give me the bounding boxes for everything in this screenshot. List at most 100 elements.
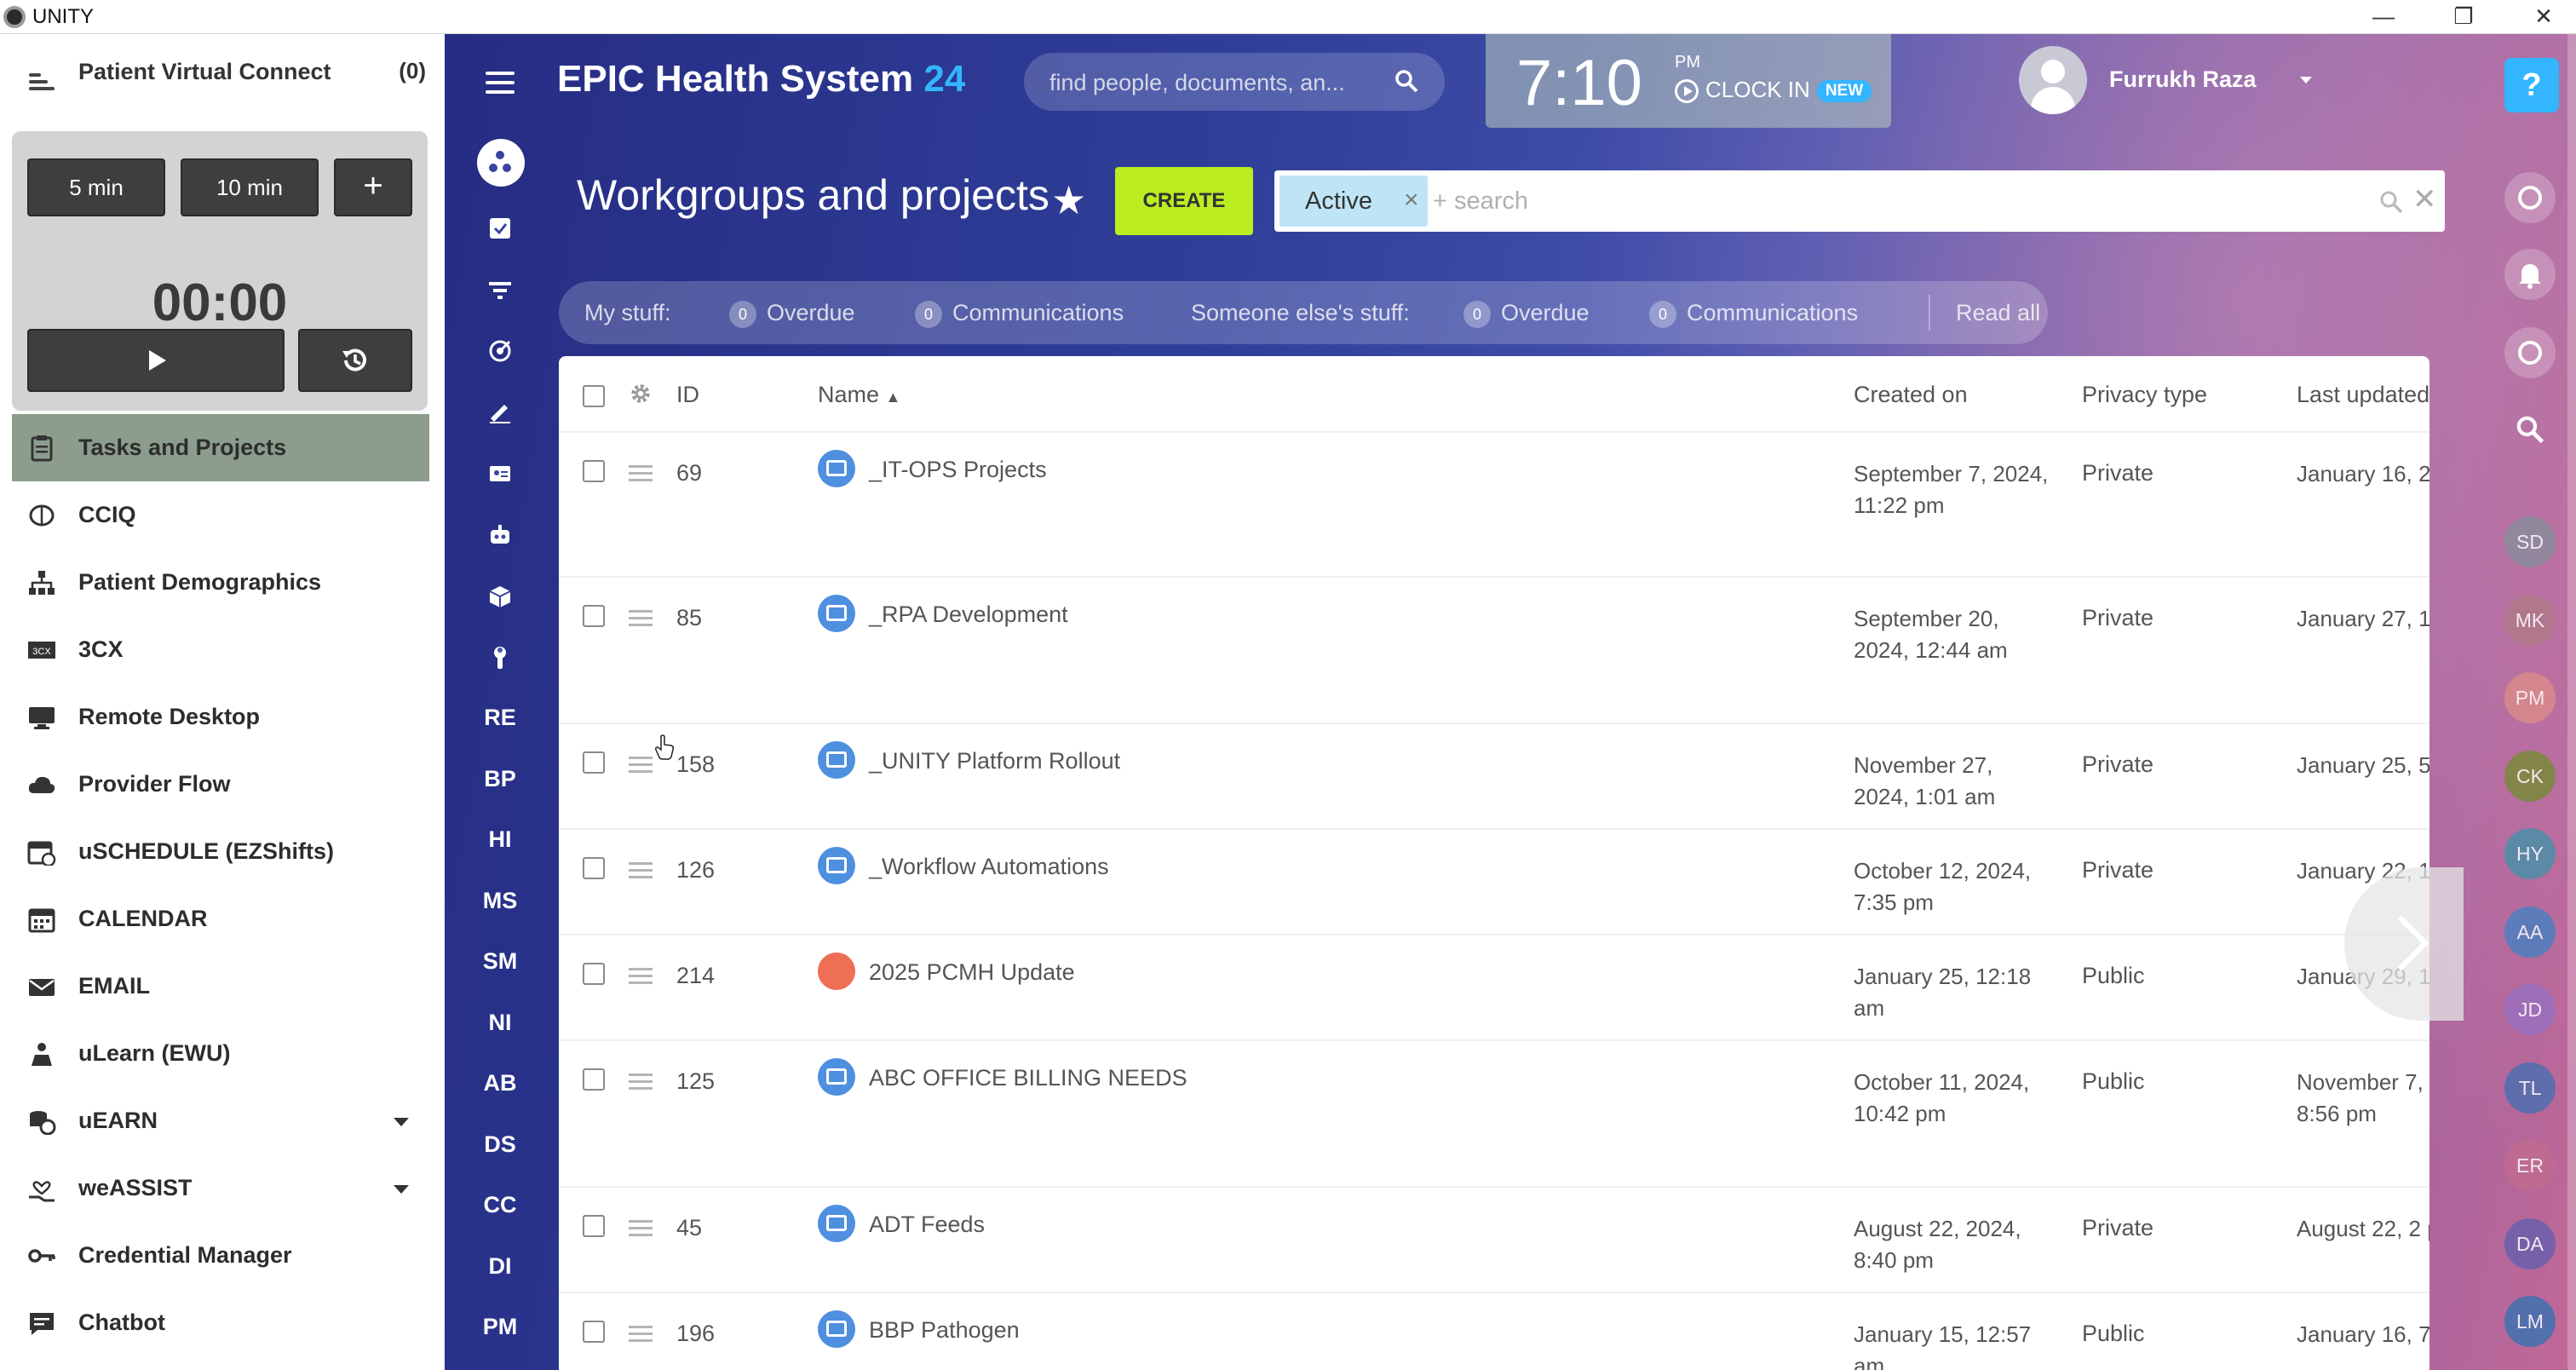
user-avatar-er[interactable]: ER	[2504, 1140, 2556, 1191]
sidebar-item-email[interactable]: EMAIL	[12, 953, 429, 1020]
sidebar-item-remote-desktop[interactable]: Remote Desktop	[12, 683, 429, 751]
drag-handle-icon[interactable]	[629, 757, 653, 774]
user-avatar-jd[interactable]: JD	[2504, 984, 2556, 1035]
row-project-name[interactable]: _Workflow Automations	[869, 854, 1109, 880]
column-name[interactable]: Name ▲	[818, 382, 900, 408]
row-project-name[interactable]: BBP Pathogen	[869, 1317, 1020, 1344]
iconbar-item-ab[interactable]: AB	[445, 1057, 555, 1108]
close-icon[interactable]: ✕	[2518, 0, 2569, 32]
filter-search-icon[interactable]	[2378, 189, 2404, 215]
notifications-bell-icon[interactable]	[2504, 249, 2556, 300]
row-checkbox[interactable]	[583, 1215, 605, 1237]
row-checkbox[interactable]	[583, 857, 605, 879]
iconbar-item-hi[interactable]: HI	[445, 814, 555, 865]
row-checkbox[interactable]	[583, 460, 605, 482]
row-checkbox[interactable]	[583, 1068, 605, 1091]
user-avatar-pm[interactable]: PM	[2504, 672, 2556, 723]
iconbar-tasks[interactable]	[445, 201, 555, 252]
brand-logo[interactable]: EPIC Health System 24	[557, 58, 965, 101]
others-overdue-filter[interactable]: 0 Overdue	[1463, 300, 1590, 328]
table-row[interactable]: 45 ADT Feeds August 22, 2024, 8:40 pm Priva…	[559, 1188, 2429, 1293]
drag-handle-icon[interactable]	[629, 968, 653, 985]
iconbar-sitemap[interactable]	[445, 136, 555, 187]
row-checkbox[interactable]	[583, 1321, 605, 1343]
iconbar-item-ms[interactable]: MS	[445, 875, 555, 926]
iconbar-tools[interactable]	[445, 630, 555, 682]
iconbar-bot[interactable]	[445, 508, 555, 559]
column-privacy-type[interactable]: Privacy type	[2082, 382, 2207, 408]
drag-handle-icon[interactable]	[629, 1326, 653, 1343]
global-search-input[interactable]: find people, documents, an...	[1024, 53, 1445, 111]
row-checkbox[interactable]	[583, 605, 605, 627]
minimize-icon[interactable]: —	[2358, 0, 2409, 32]
column-id[interactable]: ID	[676, 382, 699, 408]
drag-handle-icon[interactable]	[629, 1074, 653, 1091]
row-checkbox[interactable]	[583, 751, 605, 774]
activity-stream-icon[interactable]	[2504, 172, 2556, 223]
others-communications-filter[interactable]: 0 Communications	[1649, 300, 1858, 328]
sidebar-item-uearn[interactable]: uEARN	[12, 1087, 429, 1154]
table-row[interactable]: 196 BBP Pathogen January 15, 12:57 am Publi…	[559, 1293, 2429, 1370]
sidebar-item-uschedule-ezshifts[interactable]: uSCHEDULE (EZShifts)	[12, 818, 429, 885]
user-avatar-mk[interactable]: MK	[2504, 594, 2556, 646]
my-communications-filter[interactable]: 0 Communications	[915, 300, 1124, 328]
create-button[interactable]: CREATE	[1115, 167, 1253, 235]
user-avatar-lm[interactable]: LM	[2504, 1296, 2556, 1347]
gear-icon[interactable]	[629, 382, 653, 406]
table-row[interactable]: 69 _IT-OPS Projects September 7, 2024, 11:…	[559, 433, 2429, 578]
sidebar-item-3cx[interactable]: 3CX 3CX	[12, 616, 429, 683]
row-project-name[interactable]: _RPA Development	[869, 602, 1068, 628]
iconbar-item-cc[interactable]: CC	[445, 1179, 555, 1230]
table-row[interactable]: 85 _RPA Development September 20, 2024, 12…	[559, 578, 2429, 724]
row-project-name[interactable]: _UNITY Platform Rollout	[869, 748, 1120, 774]
sidebar-item-calendar[interactable]: CALENDAR	[12, 885, 429, 953]
iconbar-contacts[interactable]	[445, 446, 555, 498]
sidebar-item-ulearn-ewu[interactable]: uLearn (EWU)	[12, 1020, 429, 1087]
user-avatar-sd[interactable]: SD	[2504, 516, 2556, 567]
iconbar-item-bp[interactable]: BP	[445, 753, 555, 804]
table-row[interactable]: 126 _Workflow Automations October 12, 2024…	[559, 830, 2429, 935]
sidebar-item-credential-manager[interactable]: Credential Manager	[12, 1222, 429, 1289]
sidebar-item-tasks-and-projects[interactable]: Tasks and Projects	[12, 414, 429, 481]
user-avatar-tl[interactable]: TL	[2504, 1062, 2556, 1114]
drag-handle-icon[interactable]	[629, 465, 653, 482]
iconbar-item-pm[interactable]: PM	[445, 1301, 555, 1352]
iconbar-box[interactable]	[445, 569, 555, 620]
iconbar-target[interactable]	[445, 324, 555, 375]
timer-add-button[interactable]: +	[334, 158, 412, 216]
row-project-name[interactable]: _IT-OPS Projects	[869, 457, 1047, 483]
clear-filter-icon[interactable]: ✕	[2412, 182, 2437, 216]
sidebar-item-patient-demographics[interactable]: Patient Demographics	[12, 549, 429, 616]
row-project-name[interactable]: ABC OFFICE BILLING NEEDS	[869, 1065, 1187, 1091]
table-row[interactable]: 158 _UNITY Platform Rollout November 27, 2…	[559, 724, 2429, 830]
chat-messages-icon[interactable]	[2504, 327, 2556, 378]
iconbar-item-ni[interactable]: NI	[445, 997, 555, 1048]
timer-10min-button[interactable]: 10 min	[181, 158, 319, 216]
row-project-name[interactable]: 2025 PCMH Update	[869, 959, 1075, 986]
table-row[interactable]: 125 ABC OFFICE BILLING NEEDS October 11, 2…	[559, 1041, 2429, 1188]
user-avatar-da[interactable]: DA	[2504, 1217, 2556, 1269]
iconbar-item-ds[interactable]: DS	[445, 1119, 555, 1170]
timer-play-button[interactable]	[27, 329, 285, 392]
read-all-button[interactable]: Read all	[1956, 300, 2040, 326]
chevron-down-icon[interactable]	[394, 1185, 409, 1194]
search-icon[interactable]	[1394, 68, 1419, 94]
right-rail-search-icon[interactable]	[2515, 414, 2545, 445]
clock-in-button[interactable]: CLOCK IN NEW	[1675, 77, 1872, 104]
column-created-on[interactable]: Created on	[1854, 382, 1968, 408]
table-row[interactable]: 214 2025 PCMH Update January 25, 12:18 am P…	[559, 935, 2429, 1041]
iconbar-item-sm[interactable]: SM	[445, 935, 555, 987]
iconbar-filter[interactable]	[445, 262, 555, 314]
drag-handle-icon[interactable]	[629, 862, 653, 879]
drag-handle-icon[interactable]	[629, 1220, 653, 1237]
restore-icon[interactable]: ❐	[2438, 0, 2489, 32]
iconbar-item-di[interactable]: DI	[445, 1240, 555, 1292]
help-button[interactable]: ?	[2504, 58, 2559, 112]
drag-handle-icon[interactable]	[629, 610, 653, 627]
row-checkbox[interactable]	[583, 963, 605, 985]
patient-virtual-connect[interactable]: Patient Virtual Connect (0)	[26, 55, 426, 136]
filter-search-bar[interactable]: Active × + search ✕	[1274, 170, 2445, 232]
page-scrollbar[interactable]	[2567, 34, 2576, 1370]
filter-tag-active[interactable]: Active ×	[1279, 176, 1428, 227]
row-project-name[interactable]: ADT Feeds	[869, 1212, 985, 1238]
